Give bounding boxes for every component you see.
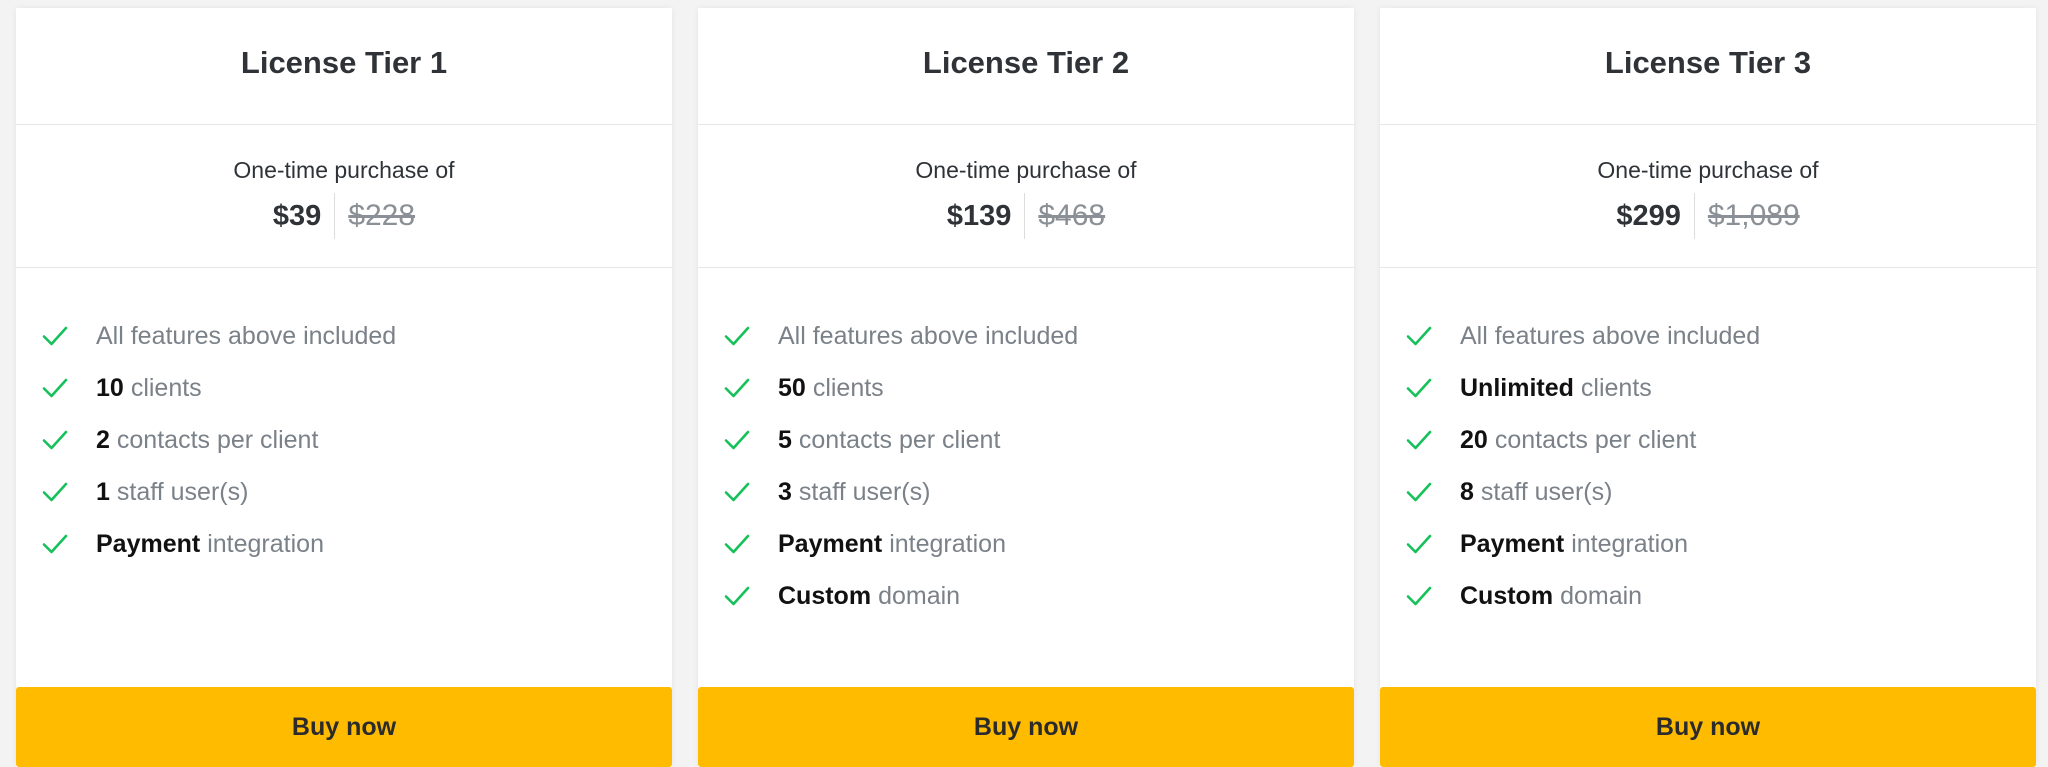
checkmark-icon (1406, 427, 1432, 453)
checkmark-icon (42, 531, 68, 557)
feature-highlight: 3 (778, 477, 792, 506)
feature-item: Payment integration (724, 518, 1078, 570)
original-price: $228 (348, 199, 416, 232)
feature-highlight: 5 (778, 425, 792, 454)
card-header: License Tier 1 (16, 8, 672, 125)
feature-text: domain (878, 581, 961, 610)
feature-highlight: 50 (778, 373, 806, 402)
checkmark-icon (1406, 375, 1432, 401)
feature-highlight: Unlimited (1460, 373, 1574, 402)
checkmark-icon (1406, 323, 1432, 349)
checkmark-icon (1406, 583, 1432, 609)
checkmark-icon (724, 479, 750, 505)
feature-text: contacts per client (798, 425, 1001, 454)
feature-highlight: Payment (1460, 529, 1565, 558)
feature-item: 8 staff user(s) (1406, 466, 1760, 518)
feature-text: clients (130, 373, 202, 402)
buy-now-button[interactable]: Buy now (698, 687, 1354, 767)
checkmark-icon (724, 531, 750, 557)
feature-highlight: 1 (96, 477, 110, 506)
feature-item: 3 staff user(s) (724, 466, 1078, 518)
price-box: One-time purchase of $299 $1,089 (1380, 125, 2036, 268)
feature-item: Custom domain (724, 570, 1078, 622)
checkmark-icon (724, 427, 750, 453)
feature-text: staff user(s) (798, 477, 931, 506)
card-title: License Tier 2 (922, 45, 1130, 80)
price-label: One-time purchase of (915, 157, 1137, 183)
checkmark-icon (42, 323, 68, 349)
pricing-card-tier-3: License Tier 3 One-time purchase of $299… (1380, 8, 2036, 767)
feature-text: integration (207, 529, 324, 558)
feature-list: All features above included Unlimited clie… (1406, 310, 1760, 622)
feature-list: All features above included 10 clients 2 con… (42, 310, 396, 570)
feature-highlight: Custom (1460, 581, 1554, 610)
feature-text: All features above included (778, 321, 1079, 350)
card-title: License Tier 1 (240, 45, 448, 80)
price-label: One-time purchase of (1597, 157, 1819, 183)
feature-list: All features above included 50 clients 5 con… (724, 310, 1078, 622)
pricing-card-tier-2: License Tier 2 One-time purchase of $139… (698, 8, 1354, 767)
feature-item: All features above included (1406, 310, 1760, 362)
card-header: License Tier 2 (698, 8, 1354, 125)
feature-text: integration (1571, 529, 1688, 558)
checkmark-icon (1406, 531, 1432, 557)
checkmark-icon (724, 323, 750, 349)
feature-text: clients (812, 373, 884, 402)
price-row: $139 $468 (947, 193, 1105, 239)
feature-item: 10 clients (42, 362, 396, 414)
feature-highlight: 20 (1460, 425, 1488, 454)
checkmark-icon (42, 427, 68, 453)
pricing-card-tier-1: License Tier 1 One-time purchase of $39 … (16, 8, 672, 767)
feature-highlight: 8 (1460, 477, 1474, 506)
feature-item: 50 clients (724, 362, 1078, 414)
pricing-cards: License Tier 1 One-time purchase of $39 … (16, 8, 2040, 767)
feature-item: Unlimited clients (1406, 362, 1760, 414)
price-row: $299 $1,089 (1616, 193, 1800, 239)
feature-text: All features above included (1460, 321, 1761, 350)
price-box: One-time purchase of $139 $468 (698, 125, 1354, 268)
price-box: One-time purchase of $39 $228 (16, 125, 672, 268)
checkmark-icon (42, 479, 68, 505)
current-price: $299 (1616, 199, 1681, 232)
feature-text: domain (1560, 581, 1643, 610)
feature-text: contacts per client (1494, 425, 1697, 454)
card-title: License Tier 3 (1604, 45, 1812, 80)
feature-text: contacts per client (116, 425, 319, 454)
feature-item: All features above included (42, 310, 396, 362)
feature-text: staff user(s) (116, 477, 249, 506)
original-price: $468 (1038, 199, 1106, 232)
feature-item: 2 contacts per client (42, 414, 396, 466)
feature-item: All features above included (724, 310, 1078, 362)
feature-highlight: 10 (96, 373, 124, 402)
buy-now-button[interactable]: Buy now (1380, 687, 2036, 767)
feature-text: integration (889, 529, 1006, 558)
checkmark-icon (42, 375, 68, 401)
checkmark-icon (1406, 479, 1432, 505)
original-price: $1,089 (1707, 199, 1800, 232)
current-price: $39 (272, 199, 322, 232)
buy-now-button[interactable]: Buy now (16, 687, 672, 767)
feature-item: Custom domain (1406, 570, 1760, 622)
feature-item: 5 contacts per client (724, 414, 1078, 466)
feature-text: staff user(s) (1480, 477, 1613, 506)
feature-highlight: Payment (778, 529, 883, 558)
feature-item: 1 staff user(s) (42, 466, 396, 518)
price-label: One-time purchase of (233, 157, 455, 183)
feature-text: clients (1580, 373, 1652, 402)
feature-item: 20 contacts per client (1406, 414, 1760, 466)
feature-text: All features above included (96, 321, 397, 350)
feature-item: Payment integration (42, 518, 396, 570)
checkmark-icon (724, 375, 750, 401)
card-header: License Tier 3 (1380, 8, 2036, 125)
feature-highlight: Payment (96, 529, 201, 558)
current-price: $139 (946, 199, 1012, 232)
feature-item: Payment integration (1406, 518, 1760, 570)
checkmark-icon (724, 583, 750, 609)
feature-highlight: Custom (778, 581, 872, 610)
price-row: $39 $228 (273, 193, 415, 239)
feature-highlight: 2 (96, 425, 110, 454)
